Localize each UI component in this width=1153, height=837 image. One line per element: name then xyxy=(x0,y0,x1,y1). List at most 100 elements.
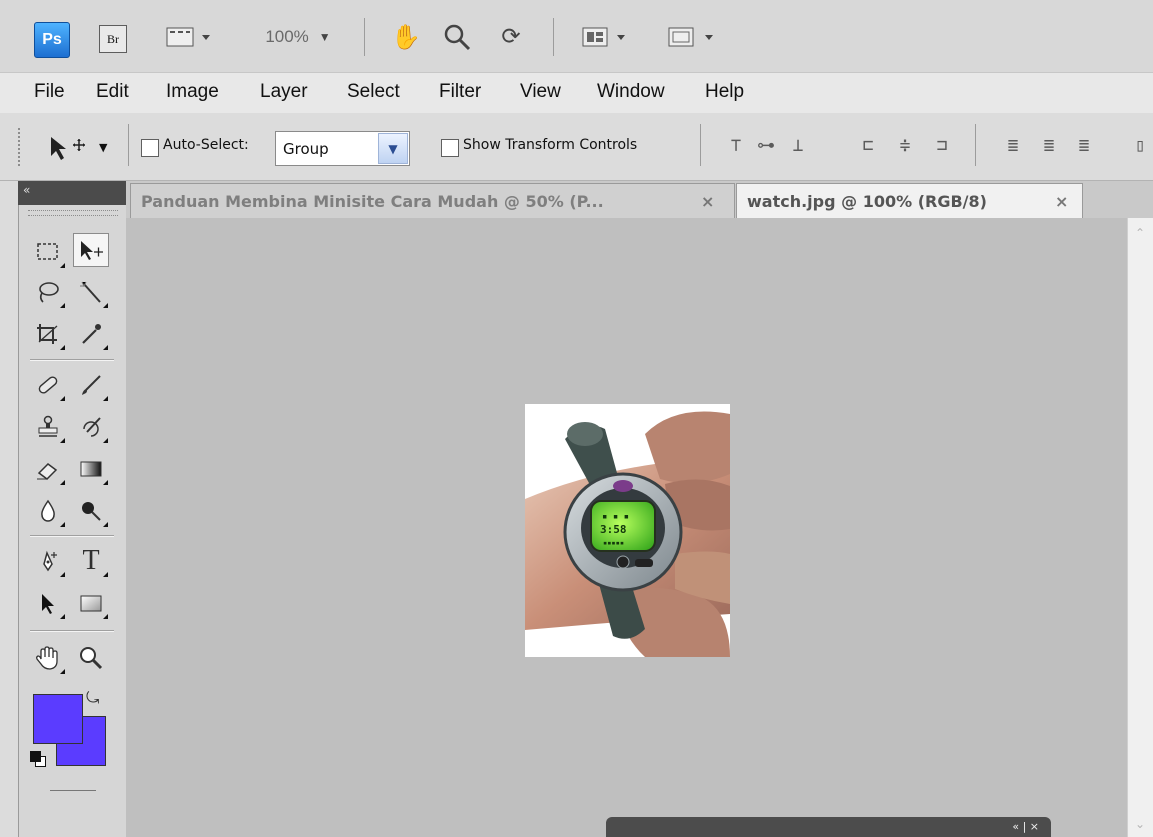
history-brush-tool-button[interactable] xyxy=(73,410,109,444)
foreground-color-swatch[interactable] xyxy=(33,694,83,744)
separator xyxy=(553,18,554,56)
rectangular-marquee-icon xyxy=(37,243,58,260)
close-icon[interactable]: × xyxy=(1055,184,1068,219)
distribute-top-edges-icon[interactable]: ≣ xyxy=(1001,133,1025,159)
healing-brush-tool-button[interactable] xyxy=(30,368,66,402)
tab-label: Panduan Membina Minisite Cara Mudah @ 50… xyxy=(141,192,604,211)
tool-preset-picker[interactable]: ▼ xyxy=(45,130,120,164)
arrange-documents-icon xyxy=(582,27,625,47)
tab-label: watch.jpg @ 100% (RGB/8) xyxy=(747,192,987,211)
separator xyxy=(975,124,976,166)
type-tool-button[interactable]: T xyxy=(73,544,109,578)
gradient-tool-button[interactable] xyxy=(73,452,109,486)
tools-panel-grip[interactable] xyxy=(28,210,118,216)
show-transform-controls-checkbox[interactable] xyxy=(441,139,459,157)
lasso-tool-button[interactable] xyxy=(30,275,66,309)
screen-mode-button[interactable] xyxy=(661,20,727,54)
menu-edit[interactable]: Edit xyxy=(96,73,129,113)
application-bar: Ps Br 100% ▼ ✋ ⟳ xyxy=(0,0,1153,72)
scroll-up-icon[interactable]: ⌃ xyxy=(1131,224,1149,242)
brush-tool-button[interactable] xyxy=(73,368,109,402)
zoom-icon xyxy=(444,24,471,51)
eraser-tool-button[interactable] xyxy=(30,452,66,486)
shape-tool-button[interactable] xyxy=(73,586,109,620)
dodge-tool-button[interactable] xyxy=(73,494,109,528)
align-top-edges-icon[interactable]: ⊤ xyxy=(724,133,748,159)
hand-tool-button[interactable]: ✋ xyxy=(389,20,423,54)
align-bottom-edges-icon[interactable]: ⊥ xyxy=(786,133,810,159)
align-vertical-centers-icon[interactable]: ⊶ xyxy=(754,133,778,159)
distribute-vertical-centers-icon[interactable]: ≣ xyxy=(1037,133,1061,159)
dodge-icon xyxy=(82,502,101,521)
menu-filter[interactable]: Filter xyxy=(439,73,481,113)
panel-controls[interactable]: « | × xyxy=(1012,820,1039,833)
options-bar-grip[interactable] xyxy=(18,128,25,166)
menu-help[interactable]: Help xyxy=(705,73,744,113)
zoom-level: 100% xyxy=(265,27,309,46)
auto-select-checkbox[interactable] xyxy=(141,139,159,157)
move-tool-icon xyxy=(81,241,103,260)
watch-photo[interactable]: ▪ ▪ ▪ 3:58 ▪▪▪▪▪ xyxy=(525,404,730,657)
hand-icon: ✋ xyxy=(391,23,421,51)
collapse-panel-icon[interactable]: « xyxy=(23,183,30,197)
distribute-left-edges-icon[interactable]: ▯ xyxy=(1130,133,1150,159)
move-tool-icon xyxy=(51,137,85,160)
eyedropper-tool-button[interactable] xyxy=(73,317,109,351)
chevron-down-icon[interactable]: ▼ xyxy=(378,133,408,164)
menu-view[interactable]: View xyxy=(520,73,561,113)
bridge-button[interactable]: Br xyxy=(99,25,127,53)
screen-mode-icon xyxy=(668,27,713,47)
hand-icon xyxy=(36,646,58,670)
floating-panel-header[interactable]: « | × xyxy=(606,817,1051,837)
distribute-bottom-edges-icon[interactable]: ≣ xyxy=(1072,133,1096,159)
menu-layer[interactable]: Layer xyxy=(260,73,308,113)
photoshop-logo[interactable]: Ps xyxy=(34,22,70,58)
rotate-view-icon: ⟳ xyxy=(501,24,521,50)
watch-image: ▪ ▪ ▪ 3:58 ▪▪▪▪▪ xyxy=(525,404,730,657)
swap-colors-icon[interactable]: ⤿ xyxy=(86,688,99,708)
zoom-tool-button[interactable] xyxy=(73,641,109,675)
zoom-level-menu[interactable]: 100% ▼ xyxy=(253,25,343,49)
move-tool-button[interactable] xyxy=(73,233,109,267)
tools-separator xyxy=(30,536,114,537)
menu-select[interactable]: Select xyxy=(347,73,400,113)
separator xyxy=(128,124,129,166)
magic-wand-icon xyxy=(80,281,101,303)
screen-mode-menu[interactable] xyxy=(160,20,220,54)
align-horizontal-centers-icon[interactable]: ≑ xyxy=(893,133,917,159)
menu-file[interactable]: File xyxy=(34,73,65,113)
tools-separator xyxy=(30,360,114,361)
clone-stamp-tool-button[interactable] xyxy=(30,410,66,444)
default-colors-icon[interactable] xyxy=(30,751,46,767)
arrange-documents-menu[interactable] xyxy=(579,20,637,54)
auto-select-label: Auto-Select: xyxy=(163,137,249,153)
vertical-scrollbar[interactable]: ⌃ ⌄ xyxy=(1127,218,1153,837)
auto-select-value: Group xyxy=(283,140,329,158)
blur-tool-button[interactable] xyxy=(30,494,66,528)
tools-panel-header[interactable]: « xyxy=(18,181,126,205)
separator xyxy=(364,18,365,56)
pen-tool-button[interactable] xyxy=(30,544,66,578)
rotate-view-button[interactable]: ⟳ xyxy=(492,18,530,56)
scroll-down-icon[interactable]: ⌄ xyxy=(1131,815,1149,833)
separator xyxy=(700,124,701,166)
marquee-tool-button[interactable] xyxy=(30,235,66,269)
menu-image[interactable]: Image xyxy=(166,73,219,113)
close-icon[interactable]: × xyxy=(701,184,714,219)
document-tab-panduan[interactable]: Panduan Membina Minisite Cara Mudah @ 50… xyxy=(130,183,735,218)
auto-select-dropdown[interactable]: Group ▼ xyxy=(275,131,410,166)
zoom-tool-button[interactable] xyxy=(440,20,474,54)
align-right-edges-icon[interactable]: ⊐ xyxy=(930,133,954,159)
align-left-edges-icon[interactable]: ⊏ xyxy=(856,133,880,159)
document-tab-watch[interactable]: watch.jpg @ 100% (RGB/8) × xyxy=(736,183,1083,218)
screen-mode-icon xyxy=(166,27,210,47)
zoom-icon xyxy=(80,647,103,670)
menu-window[interactable]: Window xyxy=(597,73,665,113)
tools-separator xyxy=(30,631,114,632)
history-brush-icon xyxy=(83,417,101,437)
path-selection-tool-button[interactable] xyxy=(30,586,66,620)
crop-tool-button[interactable] xyxy=(30,317,66,351)
quick-selection-tool-button[interactable] xyxy=(73,275,109,309)
hand-tool-button[interactable] xyxy=(30,641,66,675)
lasso-icon xyxy=(39,282,59,303)
